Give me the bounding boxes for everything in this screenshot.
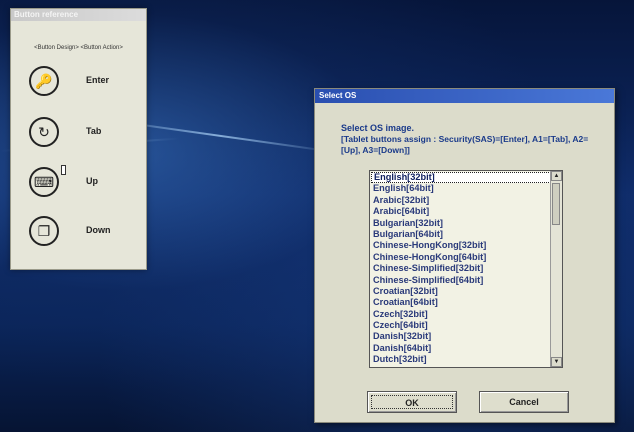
ref-label-tab: Tab <box>86 126 102 136</box>
os-list-item[interactable]: Dutch[64bit] <box>371 366 551 367</box>
os-list-item[interactable]: Danish[32bit] <box>371 331 551 342</box>
button-reference-header: <Button Design> <Button Action> <box>34 45 123 51</box>
key-icon: 🔑 <box>29 66 59 96</box>
ref-label-up: Up <box>86 176 98 186</box>
scroll-thumb[interactable] <box>552 183 560 225</box>
os-list-item[interactable]: Chinese-Simplified[64bit] <box>371 275 551 286</box>
os-list-item[interactable]: Chinese-Simplified[32bit] <box>371 263 551 274</box>
ref-row-down: ❐ Down <box>11 216 146 250</box>
ref-row-enter: 🔑 Enter <box>11 66 146 100</box>
os-list-item[interactable]: Chinese-HongKong[64bit] <box>371 252 551 263</box>
cancel-button[interactable]: Cancel <box>479 391 569 413</box>
button-reference-panel: Button reference <Button Design> <Button… <box>10 8 147 270</box>
os-list-item[interactable]: Dutch[32bit] <box>371 354 551 365</box>
os-list-item[interactable]: Arabic[64bit] <box>371 206 551 217</box>
os-list-item[interactable]: Bulgarian[32bit] <box>371 218 551 229</box>
os-list-item[interactable]: Arabic[32bit] <box>371 195 551 206</box>
ok-button-label: OK <box>371 395 453 409</box>
ref-row-up: ⌨ Up <box>11 165 146 201</box>
select-os-dialog: Select OS Select OS image. [Tablet butto… <box>314 88 615 423</box>
os-list-items: English[32bit] English[64bit] Arabic[32bit… <box>371 172 551 367</box>
os-list-item[interactable]: Danish[64bit] <box>371 343 551 354</box>
battery-icon <box>61 165 66 175</box>
ref-label-down: Down <box>86 225 111 235</box>
ref-label-enter: Enter <box>86 75 110 85</box>
scroll-down-icon[interactable]: ▼ <box>551 357 562 367</box>
os-list-item[interactable]: Croatian[32bit] <box>371 286 551 297</box>
os-listbox[interactable]: English[32bit] English[64bit] Arabic[32bit… <box>369 170 563 368</box>
prompt-instructions: [Tablet buttons assign : Security(SAS)=[… <box>341 134 589 155</box>
os-list-item[interactable]: Croatian[64bit] <box>371 297 551 308</box>
rotate-icon: ↻ <box>29 117 59 147</box>
dialog-prompt: Select OS image. [Tablet buttons assign … <box>341 123 601 156</box>
ok-button[interactable]: OK <box>367 391 457 413</box>
windows-icon: ❐ <box>29 216 59 246</box>
os-list-item[interactable]: Bulgarian[64bit] <box>371 229 551 240</box>
os-list-item[interactable]: Chinese-HongKong[32bit] <box>371 240 551 251</box>
os-list-item[interactable]: Czech[32bit] <box>371 309 551 320</box>
os-list-item[interactable]: English[64bit] <box>371 183 551 194</box>
keyboard-icon: ⌨ <box>29 167 59 197</box>
dialog-title: Select OS <box>315 89 614 103</box>
button-reference-title: Button reference <box>11 9 146 21</box>
prompt-heading: Select OS image. <box>341 123 415 133</box>
os-list-item[interactable]: Czech[64bit] <box>371 320 551 331</box>
list-scrollbar[interactable]: ▲ ▼ <box>550 171 562 367</box>
os-list-item[interactable]: English[32bit] <box>371 172 551 184</box>
ref-row-tab: ↻ Tab <box>11 117 146 151</box>
scroll-up-icon[interactable]: ▲ <box>551 171 562 181</box>
